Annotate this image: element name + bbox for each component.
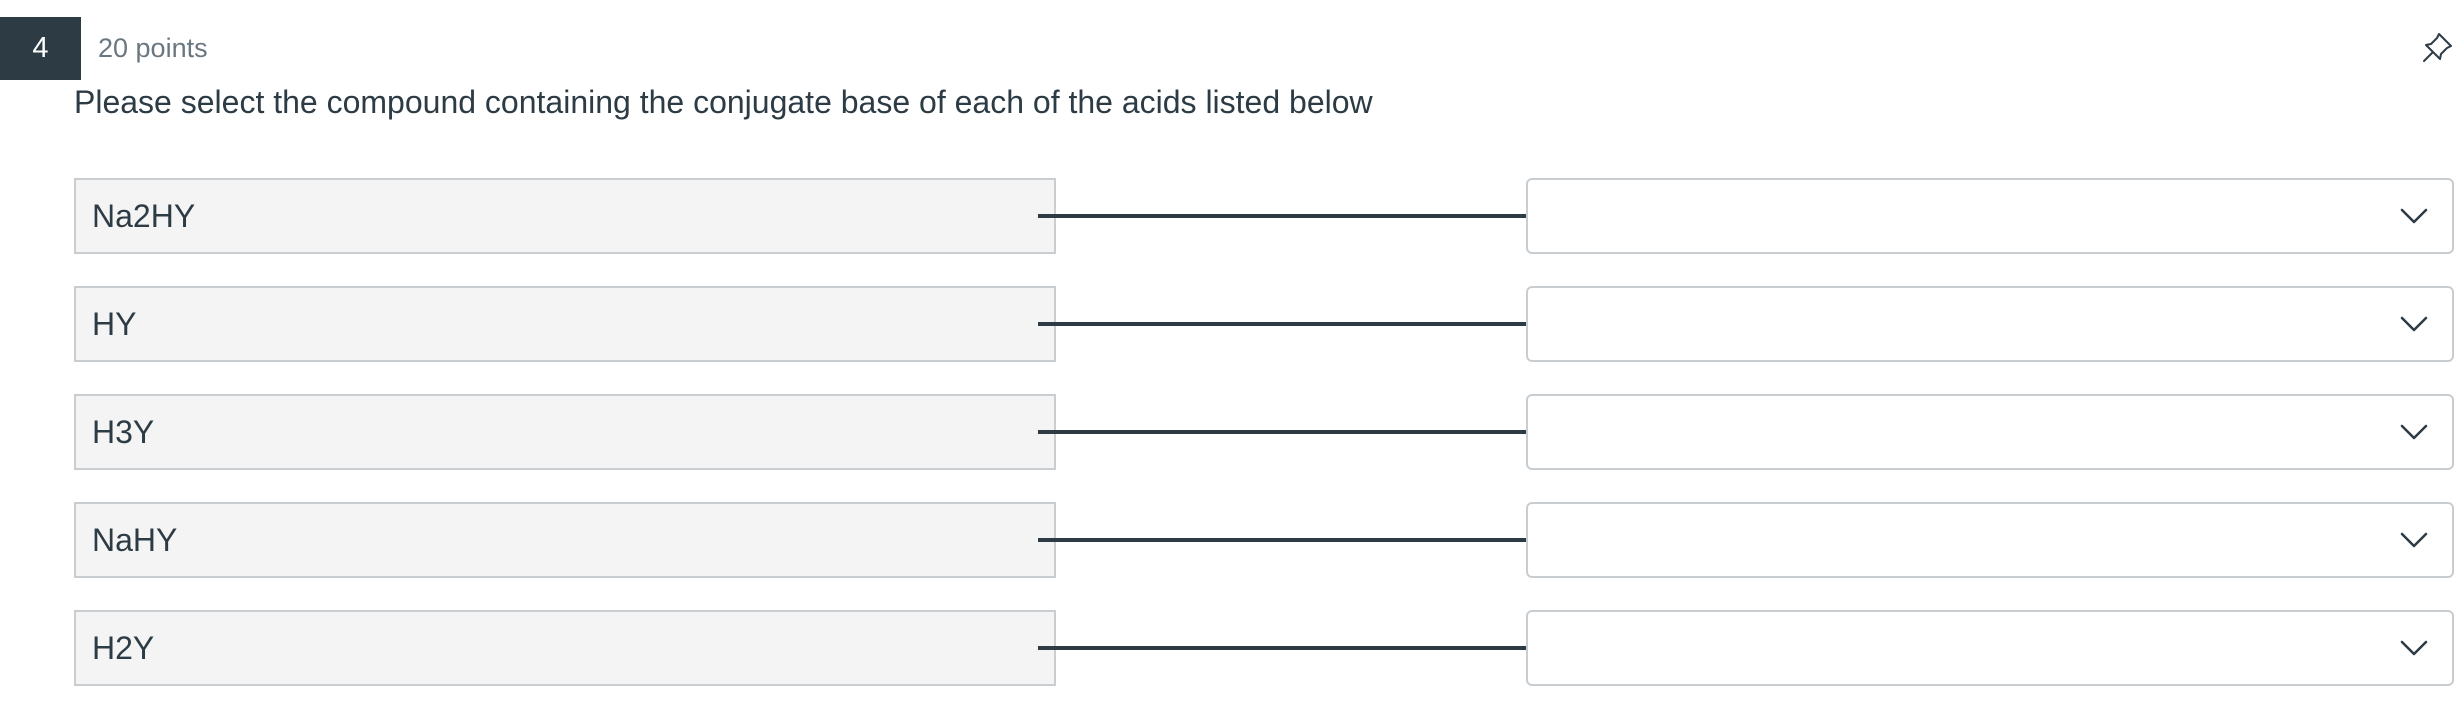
pin-icon[interactable] xyxy=(2421,30,2455,64)
acid-label: Na2HY xyxy=(74,178,1056,254)
conjugate-base-select[interactable] xyxy=(1526,502,2454,578)
conjugate-base-select[interactable] xyxy=(1526,286,2454,362)
chevron-down-icon xyxy=(2400,640,2428,656)
match-row: NaHY xyxy=(74,502,2454,578)
chevron-down-icon xyxy=(2400,532,2428,548)
match-row: HY xyxy=(74,286,2454,362)
conjugate-base-select[interactable] xyxy=(1526,394,2454,470)
match-connector-line xyxy=(1038,214,1526,218)
match-connector-line xyxy=(1038,322,1526,326)
conjugate-base-select[interactable] xyxy=(1526,610,2454,686)
chevron-down-icon xyxy=(2400,208,2428,224)
chevron-down-icon xyxy=(2400,424,2428,440)
match-row: H3Y xyxy=(74,394,2454,470)
chevron-down-icon xyxy=(2400,316,2428,332)
acid-label: H3Y xyxy=(74,394,1056,470)
question-points: 20 points xyxy=(98,33,208,63)
match-connector-line xyxy=(1038,538,1526,542)
conjugate-base-select[interactable] xyxy=(1526,178,2454,254)
acid-label: NaHY xyxy=(74,502,1056,578)
match-connector-line xyxy=(1038,646,1526,650)
acid-label: H2Y xyxy=(74,610,1056,686)
question-number-badge: 4 xyxy=(0,17,81,80)
match-row: Na2HY xyxy=(74,178,2454,254)
match-row: H2Y xyxy=(74,610,2454,686)
match-connector-line xyxy=(1038,430,1526,434)
acid-label: HY xyxy=(74,286,1056,362)
question-prompt: Please select the compound containing th… xyxy=(74,84,1373,120)
